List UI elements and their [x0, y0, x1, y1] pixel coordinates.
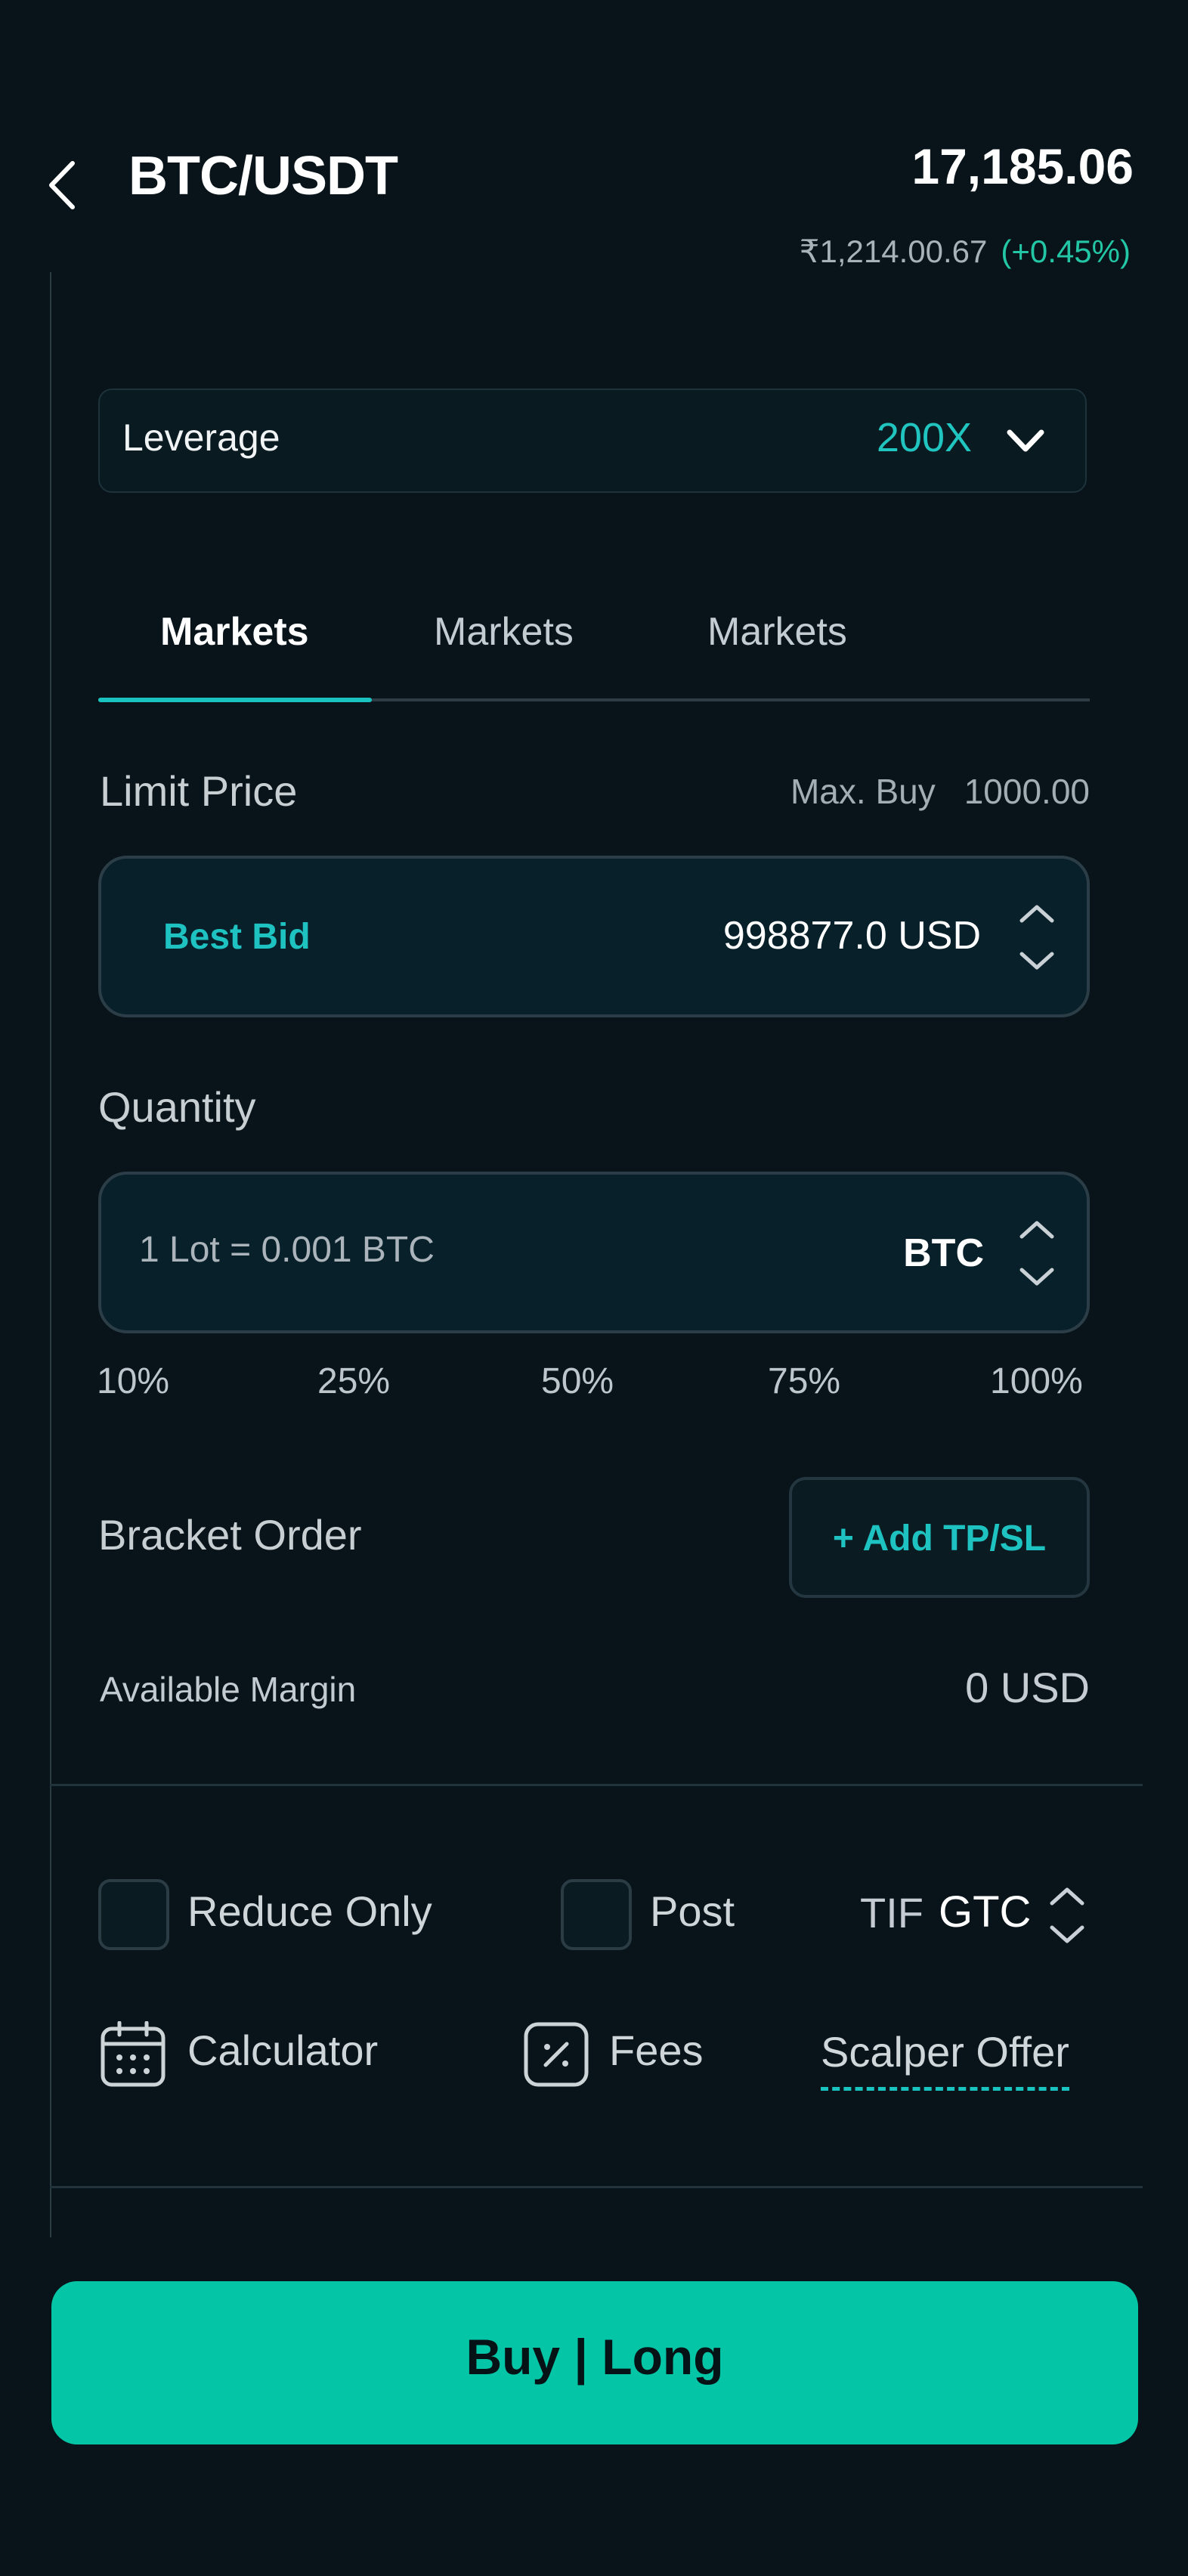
limit-price-input[interactable]: Best Bid 998877.0 USD [98, 856, 1090, 1017]
leverage-label: Leverage [122, 416, 280, 459]
tab-markets-2[interactable]: Markets [434, 609, 574, 655]
fees-icon[interactable] [523, 2021, 589, 2088]
max-buy-value: 1000.00 [964, 772, 1090, 811]
max-buy: Max. Buy 1000.00 [790, 771, 1090, 812]
side-divider [50, 272, 51, 2237]
pair-title: BTC/USDT [128, 146, 398, 206]
last-price: 17,185.06 [911, 138, 1134, 194]
tif-value[interactable]: GTC [939, 1887, 1031, 1937]
max-buy-label: Max. Buy [790, 772, 936, 811]
calculator-icon[interactable] [100, 2020, 166, 2088]
chevron-down-icon [1005, 426, 1046, 457]
inr-price: ₹1,214.00.67 [799, 234, 988, 269]
bottom-divider [50, 2186, 1143, 2188]
tab-markets-1[interactable]: Markets [160, 609, 309, 655]
pct-10[interactable]: 10% [97, 1361, 169, 1402]
scalper-offer-link[interactable]: Scalper Offer [821, 2027, 1069, 2091]
add-tp-sl-button[interactable]: + Add TP/SL [789, 1477, 1090, 1598]
available-margin-value: 0 USD [965, 1664, 1090, 1711]
bracket-order-label: Bracket Order [98, 1511, 362, 1559]
section-divider [50, 1784, 1143, 1786]
best-bid-button[interactable]: Best Bid [163, 916, 311, 958]
leverage-value: 200X [876, 415, 972, 460]
pct-100[interactable]: 100% [990, 1361, 1083, 1402]
quantity-label: Quantity [98, 1083, 256, 1131]
reduce-only-checkbox[interactable] [98, 1879, 169, 1950]
tab-markets-3[interactable]: Markets [707, 609, 847, 655]
leverage-selector[interactable]: Leverage 200X [98, 389, 1087, 493]
reduce-only-label: Reduce Only [187, 1887, 432, 1935]
order-type-tabs: Markets Markets Markets [98, 590, 1090, 703]
pct-75[interactable]: 75% [768, 1361, 840, 1402]
post-label: Post [650, 1887, 735, 1935]
quantity-placeholder: 1 Lot = 0.001 BTC [139, 1230, 435, 1270]
calculator-label[interactable]: Calculator [187, 2026, 378, 2075]
pct-25[interactable]: 25% [317, 1361, 390, 1402]
tif-label: TIF [860, 1889, 923, 1937]
quantity-unit: BTC [903, 1231, 984, 1275]
price-change: (+0.45%) [1001, 234, 1131, 269]
pct-50[interactable]: 50% [541, 1361, 614, 1402]
post-checkbox[interactable] [561, 1879, 632, 1950]
quantity-input[interactable]: 1 Lot = 0.001 BTC BTC [98, 1172, 1090, 1333]
add-tp-sl-label: + Add TP/SL [832, 1519, 1047, 1559]
limit-price-value: 998877.0 USD [722, 914, 981, 958]
order-screen: BTC/USDT 17,185.06 ₹1,214.00.67 (+0.45%) … [0, 0, 1188, 2576]
quantity-stepper-icon[interactable] [1017, 1214, 1057, 1293]
buy-long-label: Buy | Long [466, 2329, 724, 2385]
price-details: ₹1,214.00.67 (+0.45%) [800, 233, 1131, 270]
tif-stepper-icon[interactable] [1046, 1882, 1088, 1949]
buy-long-button[interactable]: Buy | Long [51, 2281, 1138, 2444]
limit-price-label: Limit Price [100, 767, 298, 815]
available-margin-label: Available Margin [100, 1670, 357, 1709]
active-tab-indicator [98, 698, 372, 702]
back-arrow-icon[interactable] [45, 159, 79, 212]
price-stepper-icon[interactable] [1017, 898, 1057, 977]
fees-label[interactable]: Fees [609, 2026, 704, 2075]
